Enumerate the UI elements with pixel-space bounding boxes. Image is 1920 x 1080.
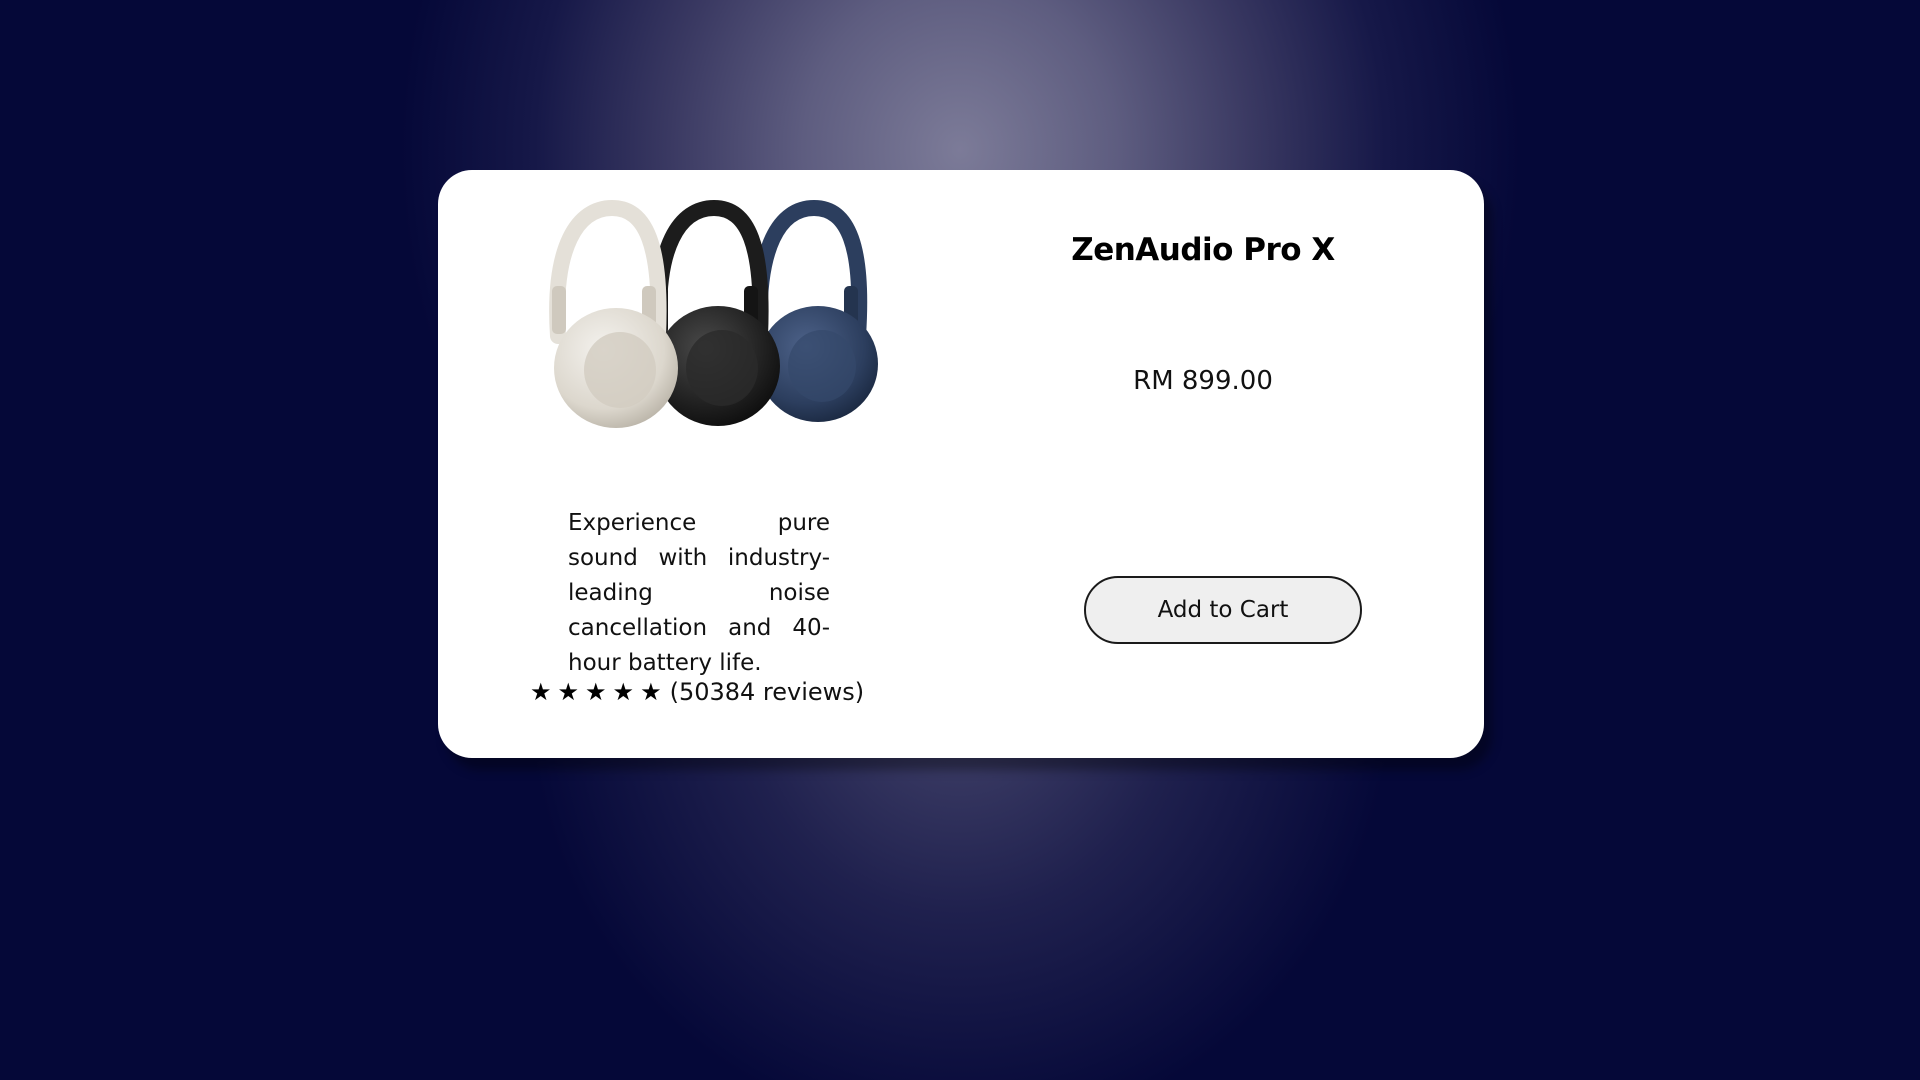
- add-to-cart-button[interactable]: Add to Cart: [1084, 576, 1362, 644]
- product-rating: ★ ★ ★ ★ ★ (50384 reviews): [530, 678, 890, 706]
- headphone-black-icon: [651, 199, 780, 426]
- rating-stars: ★ ★ ★ ★ ★: [530, 680, 662, 704]
- star-icon: ★: [585, 678, 607, 706]
- star-icon: ★: [612, 678, 635, 706]
- star-icon: ★: [640, 678, 662, 706]
- star-icon: ★: [557, 678, 580, 706]
- review-count: (50384 reviews): [669, 678, 865, 706]
- product-title: ZenAudio Pro X: [1071, 232, 1335, 268]
- star-icon: ★: [530, 678, 552, 706]
- product-description: Experience pure sound with industry-lead…: [568, 510, 830, 676]
- product-price: RM 899.00: [1133, 366, 1273, 396]
- headphone-silver-icon: [549, 199, 678, 428]
- headphones-product-image: [549, 199, 878, 428]
- product-card: Experience pure sound with industry-lead…: [438, 170, 1484, 758]
